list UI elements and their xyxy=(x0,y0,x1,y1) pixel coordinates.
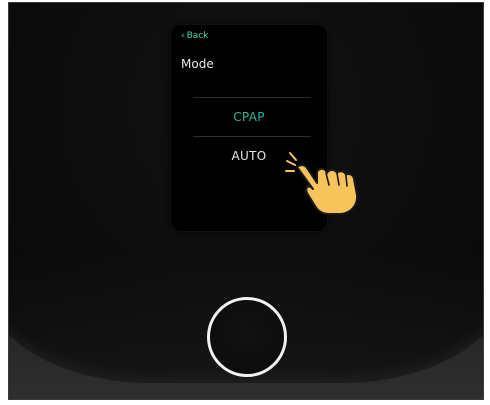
back-label: Back xyxy=(186,31,209,41)
screenshot-frame: ‹ Back Mode CPAP AUTO xyxy=(8,2,484,400)
chevron-left-icon: ‹ xyxy=(181,30,185,41)
pointing-hand-icon xyxy=(285,152,359,215)
mode-option-cpap[interactable]: CPAP xyxy=(171,110,327,124)
page-title: Mode xyxy=(181,57,214,71)
divider xyxy=(193,136,311,137)
power-button[interactable] xyxy=(207,297,287,377)
divider xyxy=(193,97,311,98)
back-button[interactable]: ‹ Back xyxy=(181,31,208,41)
